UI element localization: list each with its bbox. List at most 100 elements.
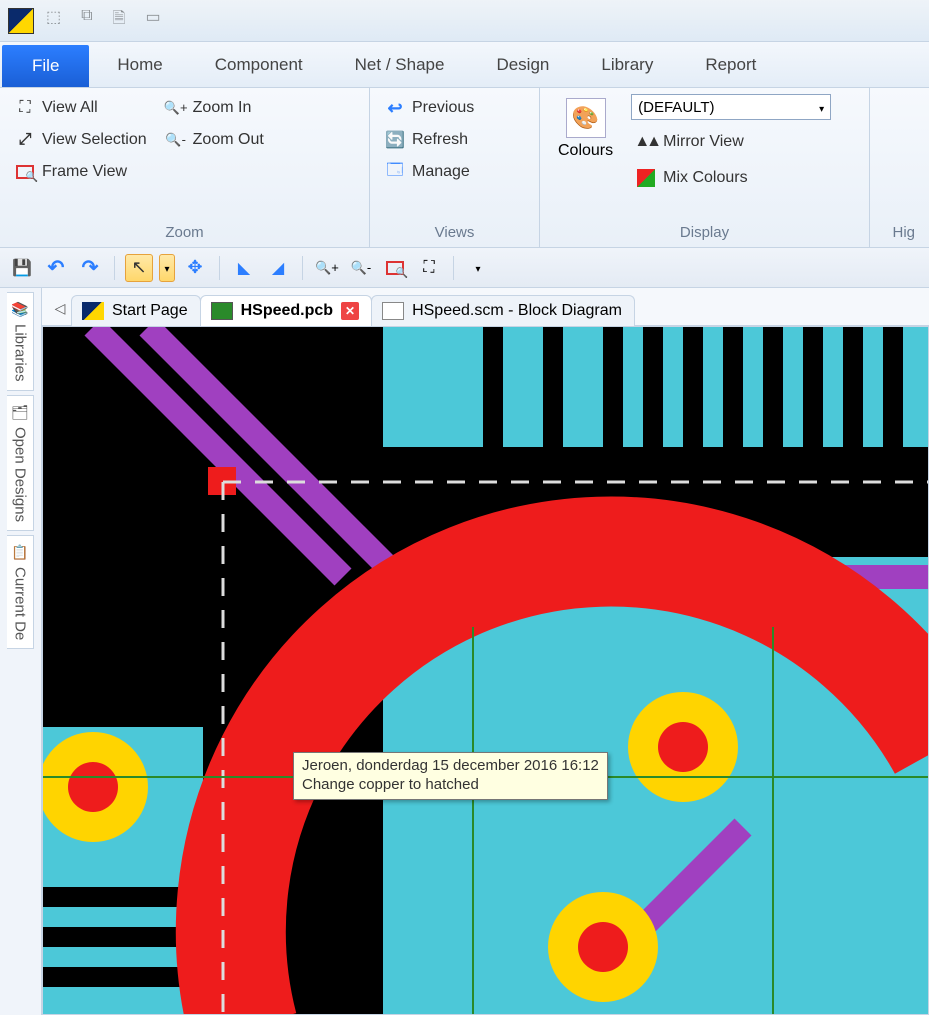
tab-close-button[interactable]: ✕ <box>341 302 359 320</box>
mix-colours-label: Mix Colours <box>663 169 747 187</box>
qat-select-dropdown[interactable] <box>159 254 175 282</box>
titlebar-faded-icons: ⬚ ⧉ 🗎 ▭ <box>46 7 161 34</box>
quick-access-toolbar: ◣ ◢ <box>0 248 929 288</box>
side-tab-current-design-label: Current De <box>12 567 29 640</box>
qat-zoom-in-button[interactable] <box>313 254 341 282</box>
title-bar: ⬚ ⧉ 🗎 ▭ <box>0 0 929 42</box>
schematic-icon <box>382 302 404 320</box>
manage-icon <box>384 161 406 183</box>
qat-zoom-frame-button[interactable] <box>381 254 409 282</box>
qat-view-all-button[interactable] <box>415 254 443 282</box>
qat-zoom-out-button[interactable] <box>347 254 375 282</box>
open-designs-icon: 🗂 <box>11 404 29 421</box>
mirror-view-button[interactable]: Mirror View <box>631 128 831 156</box>
qat-customize-button[interactable] <box>464 254 492 282</box>
zoom-out-label: Zoom Out <box>193 131 264 149</box>
refresh-icon <box>384 129 406 151</box>
titlebar-icon-ghost: ⬚ <box>46 7 61 34</box>
zoom-in-label: Zoom In <box>193 99 252 117</box>
ribbon-group-views: Previous Refresh Manage Views <box>370 88 540 247</box>
side-tab-libraries-label: Libraries <box>12 324 29 382</box>
qat-redo-button[interactable] <box>76 254 104 282</box>
titlebar-icon-doc: 🗎 <box>113 7 126 34</box>
tab-start-page[interactable]: Start Page <box>71 295 201 326</box>
qat-save-button[interactable] <box>8 254 36 282</box>
zoom-in-icon <box>165 97 187 119</box>
tab-hspeed-pcb[interactable]: HSpeed.pcb ✕ <box>200 295 372 326</box>
view-selection-label: View Selection <box>42 131 147 149</box>
refresh-button[interactable]: Refresh <box>380 126 478 154</box>
colour-preset-combo[interactable]: (DEFAULT) <box>631 94 831 120</box>
menu-file[interactable]: File <box>2 45 89 87</box>
view-all-button[interactable]: View All <box>10 94 151 122</box>
tooltip-message: Change copper to hatched <box>302 776 599 795</box>
qat-select-button[interactable] <box>125 254 153 282</box>
qat-separator <box>302 256 303 280</box>
mirror-view-label: Mirror View <box>663 133 744 151</box>
chevron-down-icon <box>819 99 824 116</box>
highlight-group-label: Hig <box>880 222 919 245</box>
titlebar-icon-box: ▭ <box>145 7 160 34</box>
app-icon <box>8 8 34 34</box>
colours-button[interactable]: Colours <box>550 94 621 222</box>
pcb-render <box>43 327 929 1015</box>
view-selection-button[interactable]: View Selection <box>10 126 151 154</box>
side-tab-libraries[interactable]: 📚 Libraries <box>7 292 33 391</box>
menu-component[interactable]: Component <box>189 42 329 87</box>
side-panel-tabs: 📚 Libraries 🗂 Open Designs 📋 Current De <box>0 288 42 1015</box>
titlebar-icon-copy: ⧉ <box>81 7 92 34</box>
display-group-label: Display <box>550 222 859 245</box>
pcb-canvas[interactable]: Jeroen, donderdag 15 december 2016 16:12… <box>42 326 929 1015</box>
menu-library[interactable]: Library <box>575 42 679 87</box>
qat-undo-button[interactable] <box>42 254 70 282</box>
menu-home[interactable]: Home <box>91 42 188 87</box>
ribbon-group-display: Colours (DEFAULT) Mirror View Mix Colour… <box>540 88 870 247</box>
ribbon-group-zoom: View All View Selection Frame View Zoom … <box>0 88 370 247</box>
qat-separator <box>219 256 220 280</box>
zoom-in-button[interactable]: Zoom In <box>161 94 268 122</box>
menu-net-shape[interactable]: Net / Shape <box>329 42 471 87</box>
start-page-icon <box>82 302 104 320</box>
manage-button[interactable]: Manage <box>380 158 478 186</box>
qat-separator <box>453 256 454 280</box>
document-tabs: ◁ Start Page HSpeed.pcb ✕ HSpeed.scm - B… <box>42 288 929 326</box>
frame-view-button[interactable]: Frame View <box>10 158 151 186</box>
manage-label: Manage <box>412 163 470 181</box>
view-all-label: View All <box>42 99 98 117</box>
frame-icon <box>14 161 36 183</box>
tab-hspeed-scm-label: HSpeed.scm - Block Diagram <box>412 302 622 320</box>
menu-report[interactable]: Report <box>679 42 782 87</box>
qat-flip-h-button[interactable]: ◣ <box>230 254 258 282</box>
previous-label: Previous <box>412 99 474 117</box>
refresh-label: Refresh <box>412 131 468 149</box>
side-tab-current-design[interactable]: 📋 Current De <box>7 535 33 649</box>
annotation-tooltip: Jeroen, donderdag 15 december 2016 16:12… <box>293 752 608 800</box>
frame-view-label: Frame View <box>42 163 127 181</box>
qat-move-button[interactable] <box>181 254 209 282</box>
qat-flip-v-button[interactable]: ◢ <box>264 254 292 282</box>
previous-icon <box>384 97 406 119</box>
tab-hspeed-pcb-label: HSpeed.pcb <box>241 302 333 320</box>
mix-colours-button[interactable]: Mix Colours <box>631 164 831 192</box>
tooltip-author-date: Jeroen, donderdag 15 december 2016 16:12 <box>302 757 599 776</box>
tab-start-page-label: Start Page <box>112 302 188 320</box>
colour-preset-value: (DEFAULT) <box>638 99 714 116</box>
tab-hspeed-scm[interactable]: HSpeed.scm - Block Diagram <box>371 295 635 326</box>
side-tab-open-designs-label: Open Designs <box>12 427 29 522</box>
pcb-icon <box>211 302 233 320</box>
selection-icon <box>14 129 36 151</box>
libraries-icon: 📚 <box>11 301 28 318</box>
previous-button[interactable]: Previous <box>380 94 478 122</box>
ribbon: View All View Selection Frame View Zoom … <box>0 88 929 248</box>
views-group-label: Views <box>380 222 529 245</box>
tab-scroll-left[interactable]: ◁ <box>48 300 72 325</box>
colours-label: Colours <box>558 142 613 160</box>
menu-design[interactable]: Design <box>470 42 575 87</box>
current-design-icon: 📋 <box>11 544 28 561</box>
zoom-out-button[interactable]: Zoom Out <box>161 126 268 154</box>
zoom-group-label: Zoom <box>10 222 359 245</box>
workspace: 📚 Libraries 🗂 Open Designs 📋 Current De ◁ S… <box>0 288 929 1015</box>
zoom-out-icon <box>165 129 187 151</box>
menu-bar: File Home Component Net / Shape Design L… <box>0 42 929 88</box>
side-tab-open-designs[interactable]: 🗂 Open Designs <box>7 395 34 531</box>
